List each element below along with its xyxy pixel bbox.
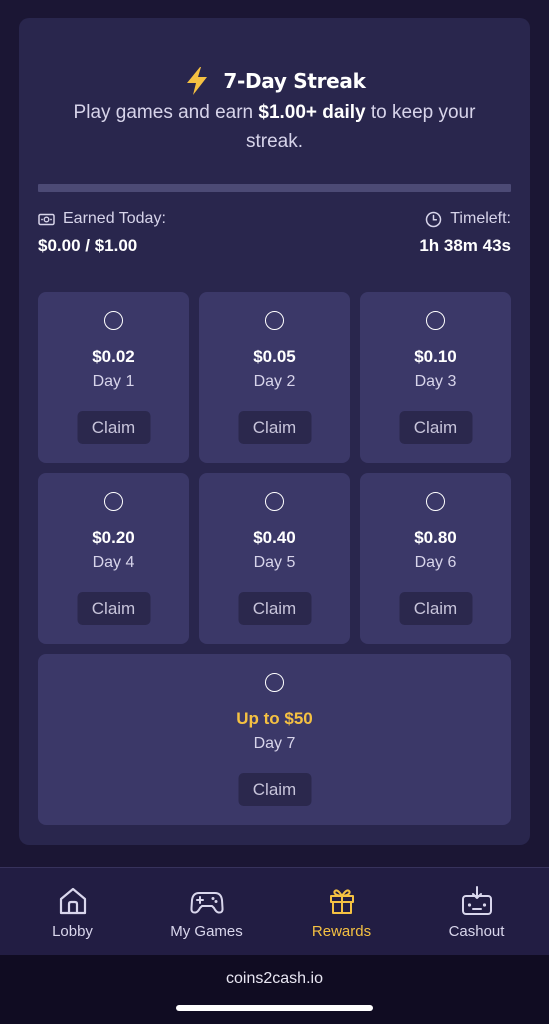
claim-button[interactable]: Claim	[77, 411, 150, 444]
time-left-value: 1h 38m 43s	[419, 236, 511, 255]
claim-button[interactable]: Claim	[399, 592, 472, 625]
day-radio[interactable]	[103, 492, 123, 511]
day-label: Day 7	[253, 735, 296, 752]
home-icon	[59, 887, 86, 915]
day-reward-amount: $0.02	[92, 347, 135, 366]
day-tile-7: Up to $50 Day 7 Claim	[38, 654, 511, 825]
gamepad-icon	[189, 892, 224, 914]
subtitle-text: Play games and earn	[73, 102, 259, 123]
nav-item-rewards[interactable]: Rewards	[273, 868, 410, 955]
nav-label: Rewards	[311, 923, 372, 940]
claim-button[interactable]: Claim	[399, 411, 472, 444]
day-radio[interactable]	[264, 492, 284, 511]
claim-button[interactable]: Claim	[77, 592, 150, 625]
day-radio[interactable]	[103, 311, 123, 330]
claim-button[interactable]: Claim	[238, 411, 311, 444]
browser-footer: coins2cash.io	[0, 955, 549, 1024]
subtitle-highlight: $1.00+ daily	[258, 102, 366, 123]
nav-item-my-games[interactable]: My Games	[138, 868, 275, 955]
cashout-icon	[461, 886, 492, 915]
day-tile-3: $0.10 Day 3 Claim	[360, 292, 511, 463]
nav-item-cashout[interactable]: Cashout	[408, 868, 545, 955]
streak-title: 7-Day Streak	[223, 69, 366, 93]
day-tile-6: $0.80 Day 6 Claim	[360, 473, 511, 644]
earned-today-label: Earned Today:	[63, 210, 166, 227]
claim-button[interactable]: Claim	[238, 773, 311, 806]
bottom-nav: Lobby My Games Rewards Cashout	[0, 867, 549, 955]
lightning-bolt-icon	[187, 67, 208, 95]
day-radio[interactable]	[264, 673, 284, 692]
day-reward-amount: $0.10	[414, 347, 457, 366]
time-left-label: Timeleft:	[450, 210, 511, 227]
claim-button[interactable]: Claim	[238, 592, 311, 625]
day-label: Day 4	[92, 554, 135, 571]
home-indicator[interactable]	[176, 1005, 373, 1011]
earnings-progress-bar	[38, 184, 511, 192]
day-label: Day 6	[414, 554, 457, 571]
day-tile-4: $0.20 Day 4 Claim	[38, 473, 189, 644]
nav-item-lobby[interactable]: Lobby	[4, 868, 141, 955]
day-tile-2: $0.05 Day 2 Claim	[199, 292, 350, 463]
day-reward-amount: Up to $50	[236, 709, 313, 728]
nav-label: My Games	[170, 923, 243, 940]
earned-today-value: $0.00 / $1.00	[38, 236, 138, 255]
day-reward-amount: $0.20	[92, 528, 135, 547]
nav-label: Cashout	[448, 923, 505, 940]
day-reward-amount: $0.40	[253, 528, 296, 547]
day-tile-5: $0.40 Day 5 Claim	[199, 473, 350, 644]
day-label: Day 3	[414, 373, 457, 390]
day-label: Day 5	[253, 554, 296, 571]
day-radio[interactable]	[425, 311, 445, 330]
clock-icon	[426, 211, 442, 227]
nav-label: Lobby	[52, 923, 93, 940]
day-radio[interactable]	[425, 492, 445, 511]
earned-today: Earned Today:	[38, 210, 166, 228]
site-url[interactable]: coins2cash.io	[0, 970, 549, 988]
streak-header: 7-Day Streak	[19, 66, 530, 96]
streak-subtitle: Play games and earn $1.00+ daily to keep…	[54, 98, 495, 156]
day-tile-1: $0.02 Day 1 Claim	[38, 292, 189, 463]
day-reward-amount: $0.80	[414, 528, 457, 547]
money-bill-icon	[38, 213, 55, 225]
streak-card: 7-Day Streak Play games and earn $1.00+ …	[19, 18, 530, 845]
day-radio[interactable]	[264, 311, 284, 330]
day-label: Day 1	[92, 373, 135, 390]
day-label: Day 2	[253, 373, 296, 390]
gift-icon	[329, 889, 354, 914]
time-left: Timeleft:	[425, 210, 511, 228]
day-reward-amount: $0.05	[253, 347, 296, 366]
